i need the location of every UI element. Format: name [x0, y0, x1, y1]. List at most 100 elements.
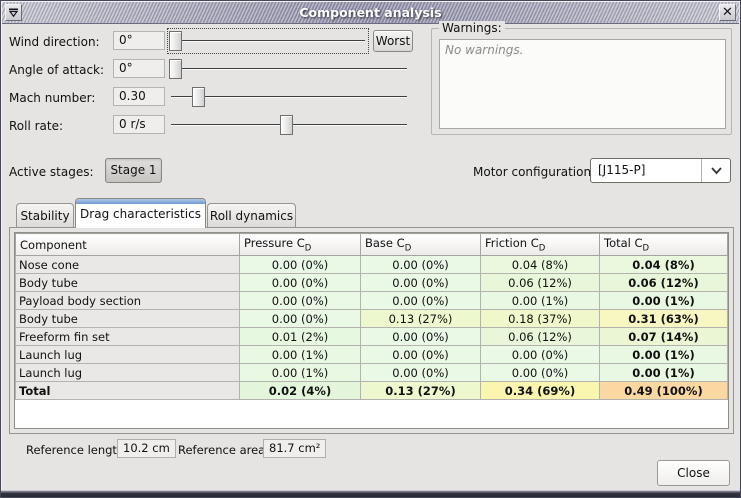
column-header[interactable]: Base CD: [361, 234, 481, 256]
wind-direction-label: Wind direction:: [9, 35, 111, 51]
value-cell: 0.00 (0%): [361, 292, 481, 310]
value-cell: 0.13 (27%): [361, 382, 481, 400]
window-title: Component analysis: [2, 2, 739, 24]
value-cell: 0.00 (1%): [240, 364, 361, 382]
mach-number-slider[interactable]: [169, 86, 409, 108]
wind-direction-slider[interactable]: [169, 30, 367, 52]
reference-length-value: 10.2 cm: [117, 439, 176, 458]
value-cell: 0.00 (1%): [600, 364, 728, 382]
worst-button[interactable]: Worst: [373, 30, 413, 52]
close-icon: ✕: [722, 5, 733, 20]
component-cell: Launch lug: [16, 346, 240, 364]
slider-thumb[interactable]: [169, 59, 182, 79]
table-row: Launch lug0.00 (1%)0.00 (0%)0.00 (0%)0.0…: [16, 346, 728, 364]
value-cell: 0.00 (0%): [361, 364, 481, 382]
angle-of-attack-field[interactable]: 0°: [113, 59, 165, 78]
drag-table: ComponentPressure CDBase CDFriction CDTo…: [15, 233, 728, 400]
slider-thumb[interactable]: [280, 115, 293, 135]
value-cell: 0.04 (8%): [600, 256, 728, 274]
chevron-down-icon[interactable]: [701, 159, 730, 182]
roll-rate-field[interactable]: 0 r/s: [113, 115, 165, 134]
value-cell: 0.00 (0%): [361, 256, 481, 274]
value-cell: 0.18 (37%): [481, 310, 600, 328]
value-cell: 0.06 (12%): [481, 274, 600, 292]
reference-area-value: 81.7 cm²: [263, 439, 326, 458]
component-cell: Freeform fin set: [16, 328, 240, 346]
column-header[interactable]: Component: [16, 234, 240, 256]
table-row: Nose cone0.00 (0%)0.00 (0%)0.04 (8%)0.04…: [16, 256, 728, 274]
no-warnings-text: No warnings.: [445, 43, 523, 57]
slider-track: [171, 68, 407, 70]
component-cell: Total: [16, 382, 240, 400]
mach-number-label: Mach number:: [9, 91, 111, 107]
table-header-row: ComponentPressure CDBase CDFriction CDTo…: [16, 234, 728, 256]
angle-of-attack-slider[interactable]: [169, 58, 409, 80]
value-cell: 0.01 (2%): [240, 328, 361, 346]
slider-thumb[interactable]: [169, 31, 182, 51]
value-cell: 0.00 (0%): [240, 274, 361, 292]
column-header[interactable]: Total CD: [600, 234, 728, 256]
reference-length-label: Reference length:: [26, 443, 128, 457]
component-cell: Body tube: [16, 310, 240, 328]
table-scrollpane[interactable]: ComponentPressure CDBase CDFriction CDTo…: [14, 232, 729, 429]
window-bottom-edge: [1, 490, 740, 498]
table-row: Body tube0.00 (0%)0.13 (27%)0.18 (37%)0.…: [16, 310, 728, 328]
drag-tab-panel: ComponentPressure CDBase CDFriction CDTo…: [9, 227, 734, 434]
value-cell: 0.02 (4%): [240, 382, 361, 400]
motor-configuration-combobox[interactable]: [J115-P]: [590, 158, 731, 183]
roll-rate-label: Roll rate:: [9, 119, 111, 135]
value-cell: 0.00 (0%): [481, 346, 600, 364]
table-row: Payload body section0.00 (0%)0.00 (0%)0.…: [16, 292, 728, 310]
value-cell: 0.07 (14%): [600, 328, 728, 346]
warnings-title: Warnings:: [439, 21, 505, 35]
value-cell: 0.00 (1%): [240, 346, 361, 364]
table-row: Launch lug0.00 (1%)0.00 (0%)0.00 (0%)0.0…: [16, 364, 728, 382]
value-cell: 0.00 (0%): [240, 256, 361, 274]
tab-drag-characteristics[interactable]: Drag characteristics: [75, 198, 206, 228]
motor-configuration-label: Motor configuration:: [473, 165, 595, 179]
slider-track: [171, 96, 407, 98]
component-cell: Nose cone: [16, 256, 240, 274]
warnings-list[interactable]: No warnings.: [439, 39, 726, 129]
value-cell: 0.00 (1%): [481, 292, 600, 310]
angle-of-attack-label: Angle of attack:: [9, 63, 111, 79]
value-cell: 0.00 (0%): [240, 292, 361, 310]
warnings-panel: Warnings: No warnings.: [431, 28, 732, 135]
stage-1-toggle-button[interactable]: Stage 1: [105, 158, 162, 183]
value-cell: 0.31 (63%): [600, 310, 728, 328]
mach-number-field[interactable]: 0.30: [113, 87, 165, 106]
component-analysis-dialog: Component analysis ✕ Wind direction: 0° …: [0, 0, 741, 498]
table-row: Total0.02 (4%)0.13 (27%)0.34 (69%)0.49 (…: [16, 382, 728, 400]
value-cell: 0.04 (8%): [481, 256, 600, 274]
slider-thumb[interactable]: [192, 87, 205, 107]
window-menu-button[interactable]: [5, 4, 22, 21]
value-cell: 0.00 (0%): [361, 274, 481, 292]
value-cell: 0.00 (1%): [600, 346, 728, 364]
value-cell: 0.00 (0%): [361, 346, 481, 364]
value-cell: 0.49 (100%): [600, 382, 728, 400]
column-header[interactable]: Pressure CD: [240, 234, 361, 256]
combobox-value: [J115-P]: [598, 159, 645, 182]
value-cell: 0.00 (1%): [600, 292, 728, 310]
component-cell: Launch lug: [16, 364, 240, 382]
tab-stability[interactable]: Stability: [16, 203, 74, 227]
component-cell: Payload body section: [16, 292, 240, 310]
table-row: Freeform fin set0.01 (2%)0.00 (0%)0.06 (…: [16, 328, 728, 346]
reference-area-label: Reference area:: [178, 443, 269, 457]
column-header[interactable]: Friction CD: [481, 234, 600, 256]
table-row: Body tube0.00 (0%)0.00 (0%)0.06 (12%)0.0…: [16, 274, 728, 292]
value-cell: 0.06 (12%): [600, 274, 728, 292]
window-menu-icon: [8, 7, 19, 18]
window-close-button[interactable]: ✕: [719, 4, 736, 21]
value-cell: 0.06 (12%): [481, 328, 600, 346]
value-cell: 0.34 (69%): [481, 382, 600, 400]
tab-roll-dynamics[interactable]: Roll dynamics: [207, 203, 296, 227]
close-button[interactable]: Close: [657, 460, 730, 486]
roll-rate-slider[interactable]: [169, 114, 409, 136]
titlebar[interactable]: Component analysis ✕: [2, 2, 739, 24]
value-cell: 0.00 (0%): [361, 328, 481, 346]
value-cell: 0.00 (0%): [240, 310, 361, 328]
wind-direction-field[interactable]: 0°: [113, 31, 165, 50]
component-cell: Body tube: [16, 274, 240, 292]
slider-track: [171, 40, 365, 42]
